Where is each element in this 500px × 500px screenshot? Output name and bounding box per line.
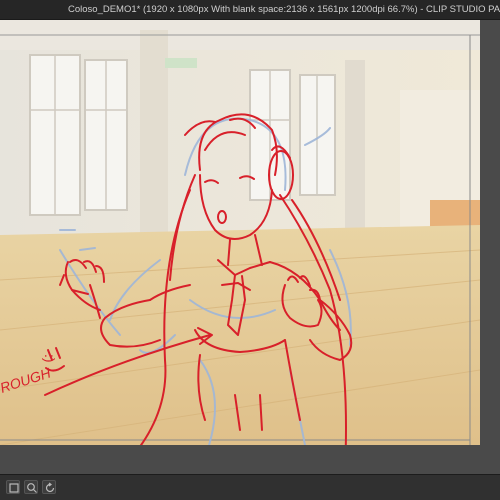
canvas[interactable]: ROUGH :) — [0, 20, 500, 474]
canvas-navigation-bar — [0, 474, 500, 500]
zoom-icon[interactable] — [24, 480, 38, 494]
canvas-navigation-icon[interactable] — [6, 480, 20, 494]
rotate-icon[interactable] — [42, 480, 56, 494]
title-bar: Coloso_DEMO1* (1920 x 1080px With blank … — [0, 0, 500, 20]
workspace[interactable]: ROUGH :) — [0, 20, 500, 474]
smile-annotation: :) — [42, 354, 58, 363]
pasteboard-right — [480, 20, 500, 474]
window-title: Coloso_DEMO1* (1920 x 1080px With blank … — [68, 4, 500, 15]
pasteboard-bottom — [0, 445, 500, 474]
background-layer — [0, 20, 481, 446]
